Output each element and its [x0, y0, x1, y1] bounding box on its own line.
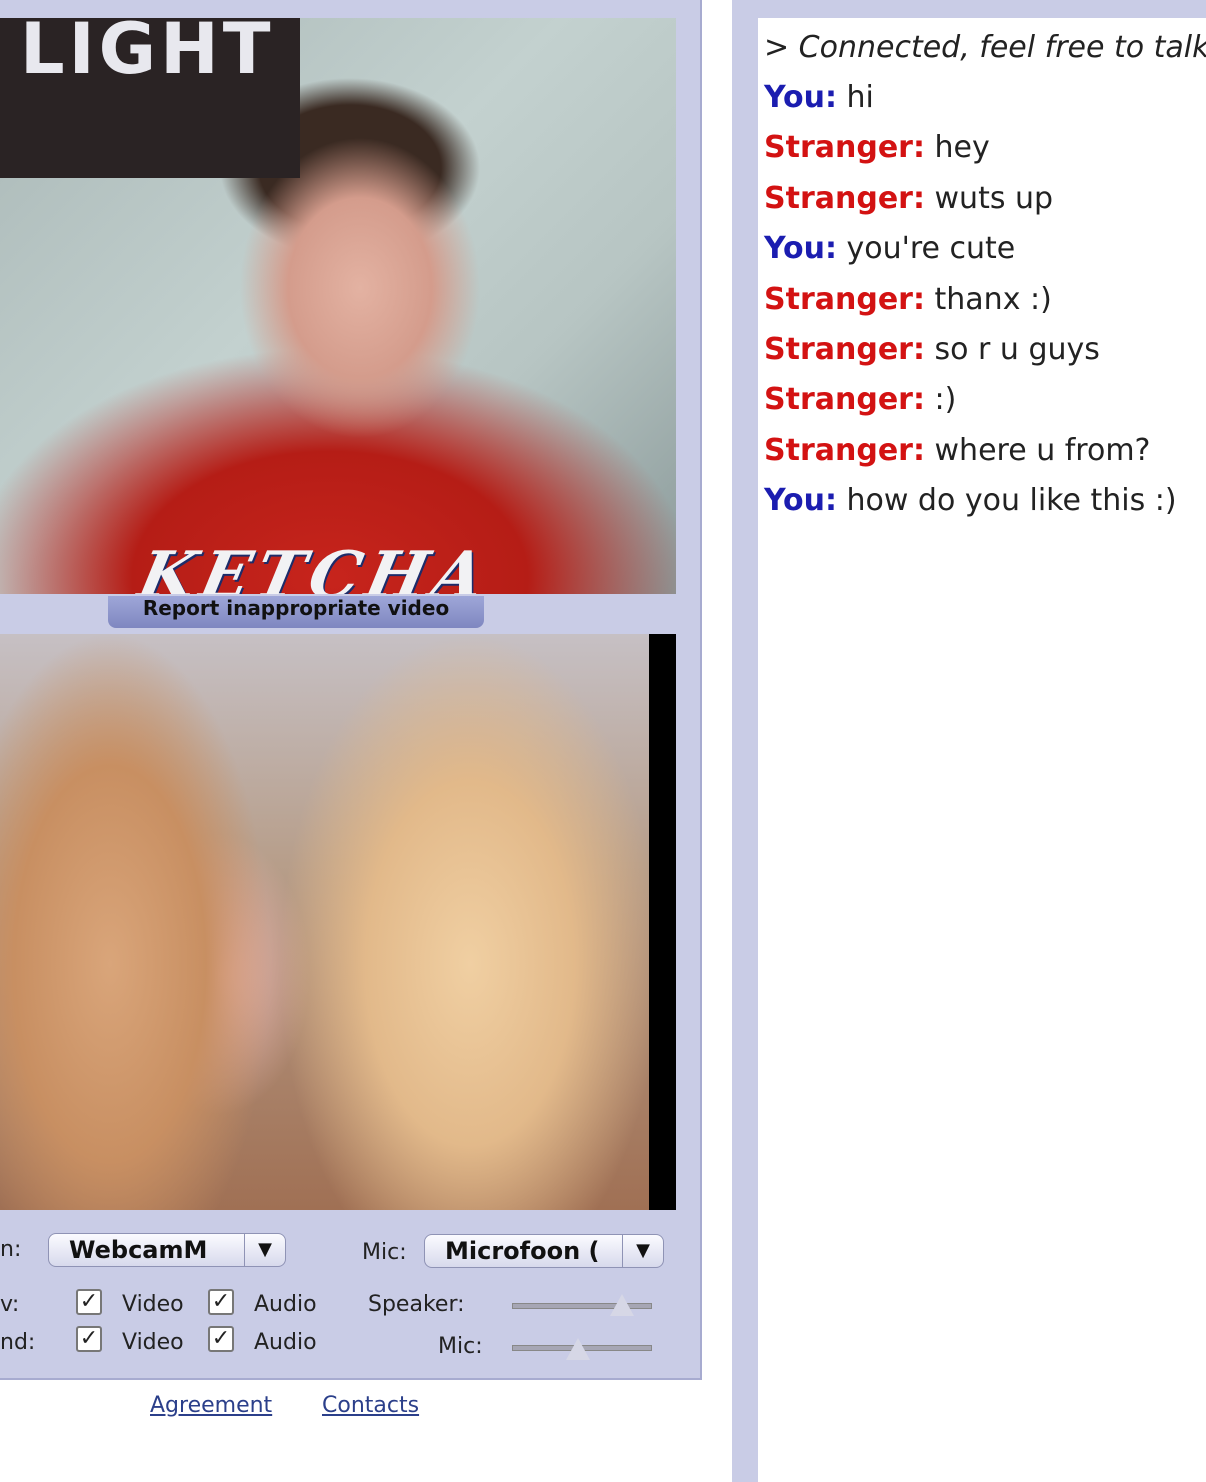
chat-message: Stranger: thanx :) [764, 282, 1052, 317]
camera-select-value: WebcamM [69, 1236, 208, 1264]
chat-message: Stranger: so r u guys [764, 332, 1100, 367]
message-text: wuts up [934, 180, 1054, 216]
view-audio-label: Audio [254, 1292, 317, 1317]
speaker-label: Speaker: [368, 1292, 465, 1317]
message-sender: You: [764, 231, 837, 267]
send-video-checkbox[interactable]: ✓ [76, 1326, 102, 1352]
mic-label: Mic: [362, 1240, 407, 1265]
poster-text: LIGHT [20, 18, 275, 90]
contacts-link[interactable]: Contacts [322, 1393, 419, 1418]
mic-select-value: Microfoon ( [445, 1237, 600, 1265]
chat-log: > Connected, feel free to talk You: hi St… [758, 18, 1206, 1482]
chat-message: You: hi [764, 80, 874, 115]
chat-message: Stranger: wuts up [764, 181, 1053, 216]
message-sender: You: [764, 483, 837, 519]
chevron-down-icon: ▼ [244, 1234, 285, 1266]
chat-message: Stranger: hey [764, 130, 990, 165]
mic-level-label: Mic: [438, 1334, 483, 1359]
chat-message: Stranger: where u from? [764, 433, 1150, 468]
chevron-down-icon: ▼ [622, 1235, 663, 1267]
message-text: :) [934, 382, 957, 418]
mic-slider-thumb[interactable] [566, 1338, 591, 1360]
stranger-video: LIGHT KETCHA [0, 18, 676, 594]
video-panel: LIGHT KETCHA Report inappropriate video … [0, 0, 702, 1380]
self-video [0, 634, 676, 1210]
view-video-label: Video [122, 1292, 184, 1317]
chat-frame-left [732, 0, 758, 1482]
message-text: where u from? [934, 432, 1151, 468]
message-sender: You: [764, 80, 837, 115]
chat-message: You: how do you like this :) [764, 483, 1177, 518]
chat-message: You: you're cute [764, 231, 1015, 266]
speaker-slider-thumb[interactable] [610, 1294, 635, 1316]
chat-frame-top [732, 0, 1206, 18]
chat-message: Stranger: :) [764, 382, 956, 417]
mic-select[interactable]: Microfoon ( ▼ [424, 1234, 664, 1268]
message-sender: Stranger: [764, 332, 925, 367]
agreement-link[interactable]: Agreement [150, 1393, 272, 1418]
view-label: v: [0, 1292, 20, 1317]
message-sender: Stranger: [764, 130, 925, 166]
message-sender: Stranger: [764, 382, 925, 418]
shirt-text: KETCHA [132, 538, 498, 594]
send-audio-label: Audio [254, 1330, 317, 1355]
message-text: so r u guys [934, 332, 1100, 367]
message-sender: Stranger: [764, 281, 925, 317]
camera-label: n: [0, 1237, 22, 1262]
wall-poster: LIGHT [0, 18, 300, 178]
system-message: > Connected, feel free to talk [764, 30, 1206, 65]
view-video-checkbox[interactable]: ✓ [76, 1289, 102, 1315]
send-audio-checkbox[interactable]: ✓ [208, 1326, 234, 1352]
report-video-button[interactable]: Report inappropriate video [108, 596, 484, 628]
message-text: thanx :) [934, 281, 1052, 317]
message-text: you're cute [846, 231, 1016, 267]
message-text: how do you like this :) [846, 483, 1177, 519]
camera-select[interactable]: WebcamM ▼ [48, 1233, 286, 1267]
view-audio-checkbox[interactable]: ✓ [208, 1289, 234, 1315]
send-label: nd: [0, 1330, 36, 1355]
send-video-label: Video [122, 1330, 184, 1355]
message-sender: Stranger: [764, 432, 925, 468]
message-text: hi [846, 80, 874, 115]
message-sender: Stranger: [764, 180, 925, 216]
message-text: hey [934, 130, 990, 166]
